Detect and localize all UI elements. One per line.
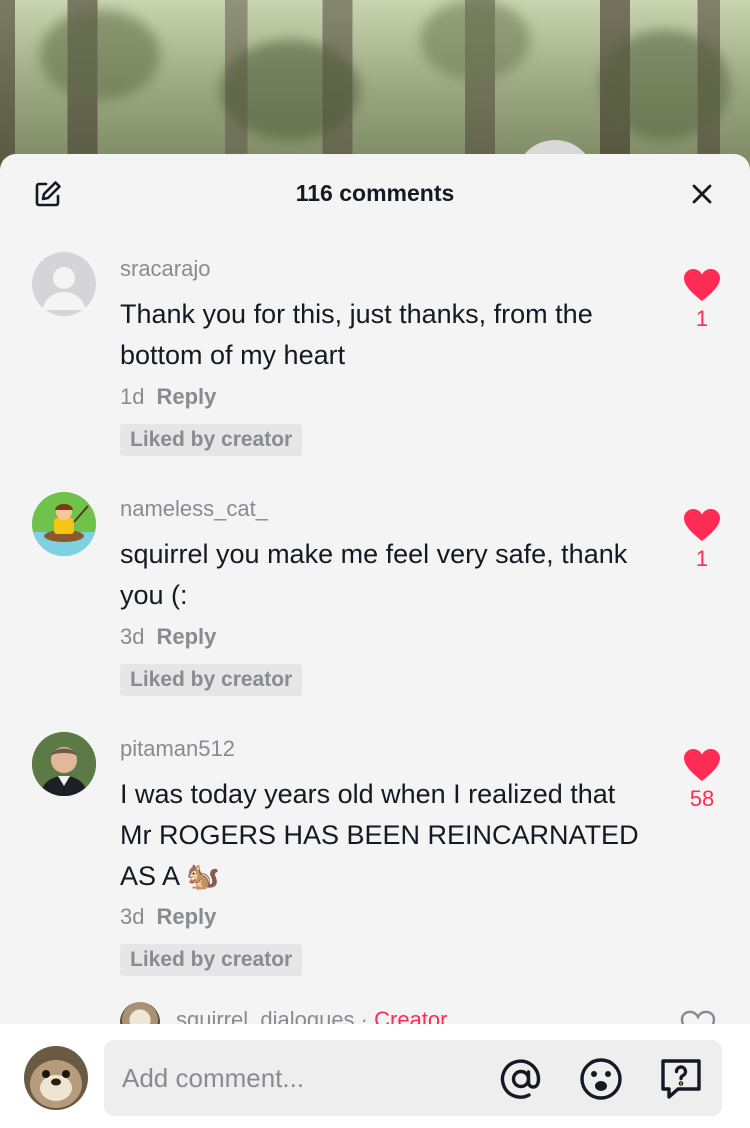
comments-count-title: 116 comments (295, 180, 455, 206)
like-count: 1 (695, 546, 709, 571)
my-avatar[interactable] (24, 1046, 88, 1110)
heart-icon (684, 509, 720, 541)
comment-text: I was today years old when I realized th… (120, 779, 639, 891)
reply-button[interactable]: Reply (156, 624, 216, 649)
comment-item: sracarajo Thank you for this, just thank… (0, 252, 750, 472)
like-button[interactable]: 1 (672, 508, 732, 572)
like-count: 1 (695, 306, 709, 331)
comment-time: 3d (120, 904, 145, 929)
avatar[interactable] (32, 492, 96, 556)
heart-icon (684, 269, 720, 301)
avatar[interactable] (32, 252, 96, 316)
comment-meta: 3d Reply (120, 904, 216, 930)
comment-composer-bar (0, 1024, 750, 1128)
comment-text: squirrel you make me feel very safe, tha… (120, 539, 628, 610)
comment-username[interactable]: sracarajo (120, 256, 210, 282)
liked-by-creator-badge: Liked by creator (120, 664, 303, 696)
heart-icon (684, 749, 720, 781)
mention-icon[interactable] (498, 1056, 544, 1102)
like-count: 58 (689, 786, 715, 811)
emoji-icon[interactable] (578, 1056, 624, 1102)
comment-item: pitaman512 I was today years old when I … (0, 732, 750, 992)
comment-time: 1d (120, 384, 145, 409)
comment-username[interactable]: nameless_cat_ (120, 496, 268, 522)
question-icon[interactable] (658, 1056, 704, 1102)
comment-item: nameless_cat_ squirrel you make me feel … (0, 492, 750, 712)
comment-time: 3d (120, 624, 145, 649)
comment-username[interactable]: pitaman512 (120, 736, 235, 762)
reply-button[interactable]: Reply (156, 904, 216, 929)
liked-by-creator-badge: Liked by creator (120, 424, 303, 456)
comments-sheet: 116 comments sracarajo Thank you for thi… (0, 154, 750, 1128)
like-button[interactable]: 58 (672, 748, 732, 812)
comment-meta: 1d Reply (120, 384, 216, 410)
liked-by-creator-badge: Liked by creator (120, 944, 303, 976)
comment-input-wrapper (104, 1040, 722, 1116)
comment-meta: 3d Reply (120, 624, 216, 650)
close-icon[interactable] (686, 178, 718, 210)
avatar[interactable] (32, 732, 96, 796)
add-comment-input[interactable] (122, 1040, 482, 1116)
like-button[interactable]: 1 (672, 268, 732, 332)
comment-text: Thank you for this, just thanks, from th… (120, 299, 593, 370)
sheet-header: 116 comments (0, 154, 750, 234)
reply-button[interactable]: Reply (156, 384, 216, 409)
